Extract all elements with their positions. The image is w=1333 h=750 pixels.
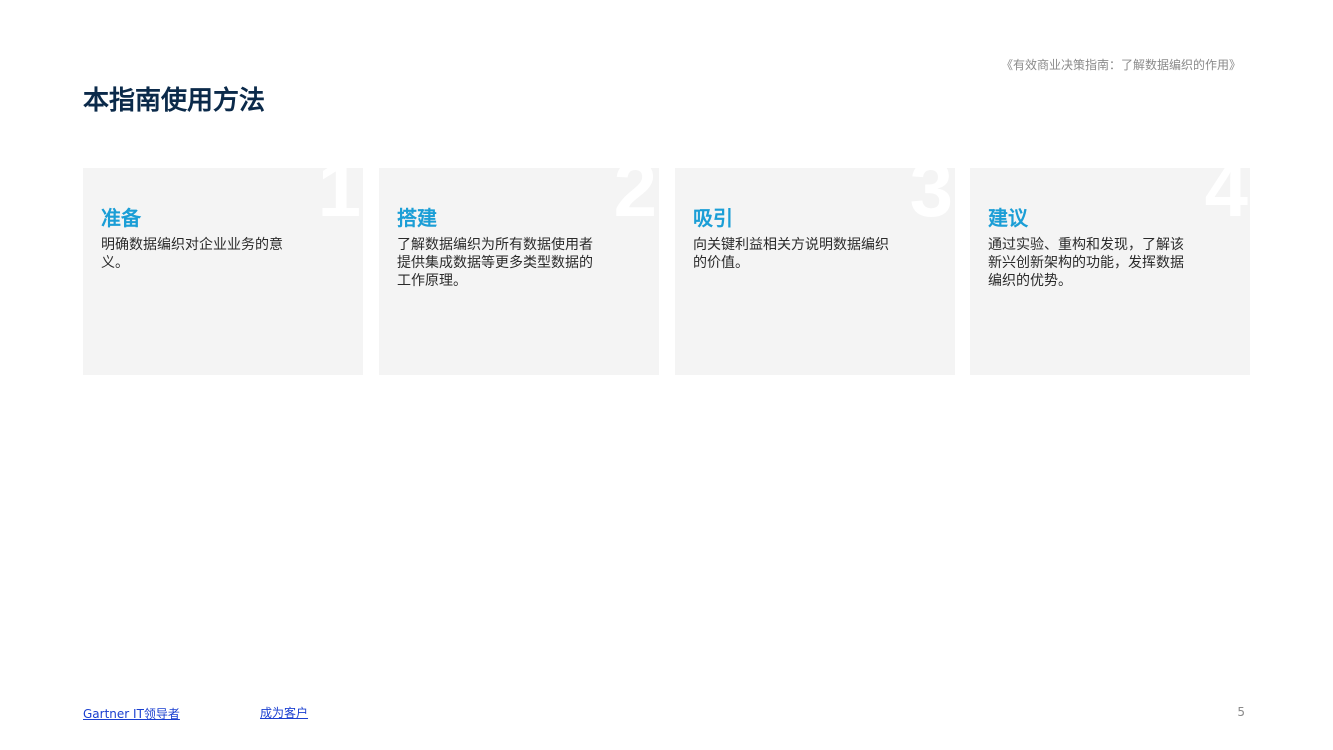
step-title: 吸引: [693, 206, 733, 230]
step-card-build: 2 搭建 了解数据编织为所有数据使用者提供集成数据等更多类型数据的工作原理。: [379, 168, 659, 375]
step-card-prepare: 1 准备 明确数据编织对企业业务的意义。: [83, 168, 363, 375]
step-cards: 1 准备 明确数据编织对企业业务的意义。 2 搭建 了解数据编织为所有数据使用者…: [83, 168, 1250, 375]
step-number: 4: [1204, 168, 1248, 233]
step-number: 1: [317, 168, 361, 233]
step-title: 建议: [988, 206, 1028, 230]
page-title: 本指南使用方法: [83, 86, 266, 116]
step-title: 搭建: [397, 206, 437, 230]
step-description: 了解数据编织为所有数据使用者提供集成数据等更多类型数据的工作原理。: [397, 237, 593, 289]
document-subtitle: 《有效商业决策指南：了解数据编织的作用》: [1000, 58, 1241, 72]
step-title: 准备: [101, 206, 141, 230]
step-description: 向关键利益相关方说明数据编织的价值。: [693, 237, 889, 271]
step-number: 3: [909, 168, 953, 233]
become-client-link[interactable]: 成为客户: [260, 704, 308, 721]
gartner-it-leaders-link[interactable]: Gartner IT领导者: [83, 705, 180, 722]
step-card-recommend: 4 建议 通过实验、重构和发现，了解该新兴创新架构的功能，发挥数据编织的优势。: [970, 168, 1250, 375]
step-card-engage: 3 吸引 向关键利益相关方说明数据编织的价值。: [675, 168, 955, 375]
page-number: 5: [1237, 705, 1245, 719]
step-description: 明确数据编织对企业业务的意义。: [101, 237, 283, 271]
step-number: 2: [613, 168, 657, 233]
step-description: 通过实验、重构和发现，了解该新兴创新架构的功能，发挥数据编织的优势。: [988, 237, 1184, 289]
